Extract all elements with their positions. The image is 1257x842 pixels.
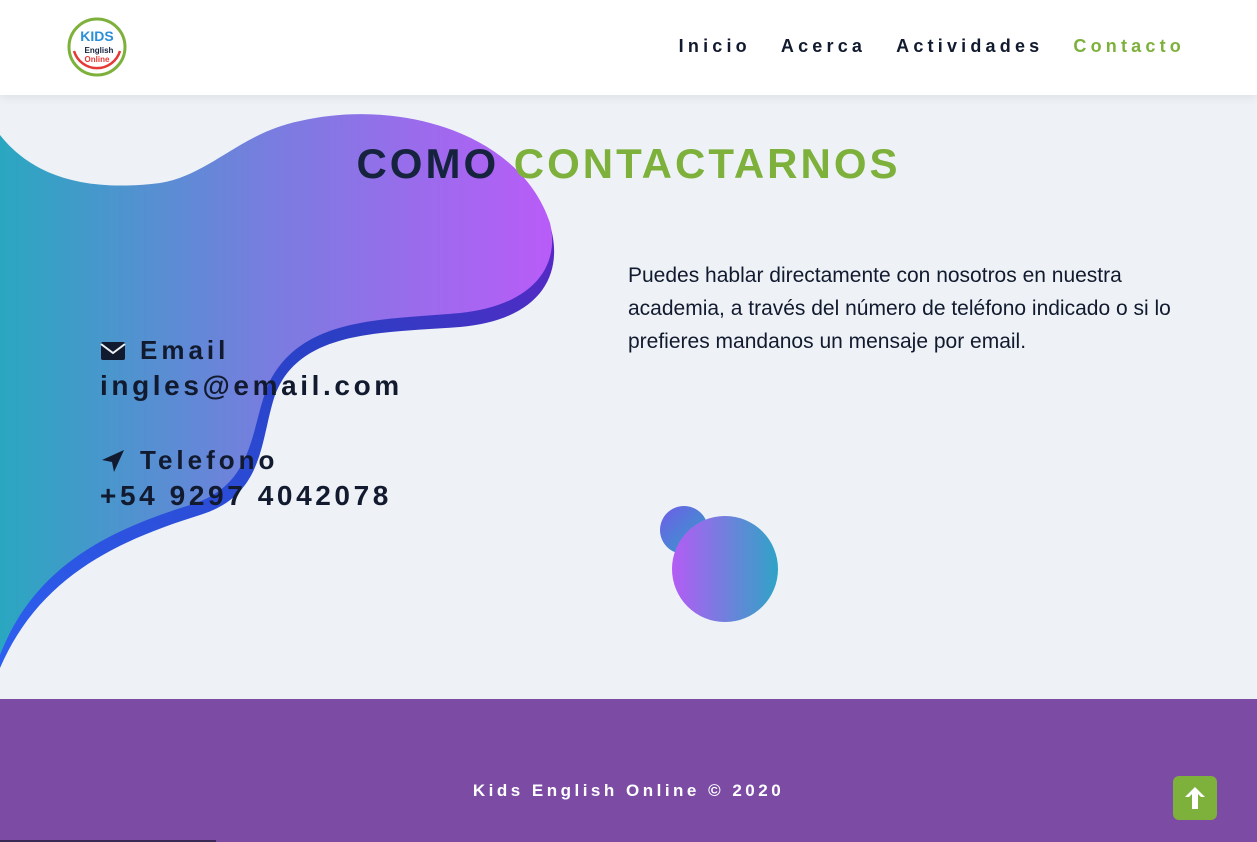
- section-title-part1: COMO: [356, 140, 500, 187]
- nav-link-actividades[interactable]: Actividades: [896, 36, 1043, 57]
- svg-text:KIDS: KIDS: [80, 28, 113, 44]
- scroll-to-top-button[interactable]: [1173, 776, 1217, 820]
- nav-link-contacto[interactable]: Contacto: [1073, 36, 1185, 57]
- email-label-row: Email: [100, 335, 403, 366]
- contact-section: COMO CONTACTARNOS Email ingles@email.com…: [0, 95, 1257, 699]
- phone-label: Telefono: [140, 445, 279, 475]
- main-nav: Inicio Acerca Actividades Contacto: [649, 36, 1185, 57]
- svg-text:English: English: [85, 46, 114, 55]
- site-header: KIDS English Online Inicio Acerca Activi…: [0, 0, 1257, 95]
- section-title: COMO CONTACTARNOS: [0, 140, 1257, 188]
- envelope-icon: [100, 341, 126, 360]
- nav-link-inicio[interactable]: Inicio: [679, 36, 751, 57]
- email-contact: Email ingles@email.com: [100, 335, 403, 402]
- phone-contact: Telefono +54 9297 4042078: [100, 445, 392, 512]
- footer-copyright: Kids English Online © 2020: [472, 781, 785, 800]
- kids-english-logo-icon: KIDS English Online: [67, 17, 127, 77]
- site-footer: Kids English Online © 2020: [0, 699, 1257, 842]
- nav-link-acerca[interactable]: Acerca: [781, 36, 866, 57]
- phone-value[interactable]: +54 9297 4042078: [100, 480, 392, 512]
- section-title-part2: CONTACTARNOS: [513, 140, 901, 187]
- decorative-circle-large: [672, 516, 778, 622]
- svg-text:Online: Online: [85, 55, 110, 64]
- email-value[interactable]: ingles@email.com: [100, 370, 403, 402]
- email-label: Email: [140, 335, 230, 365]
- phone-label-row: Telefono: [100, 445, 392, 476]
- contact-description: Puedes hablar directamente con nosotros …: [628, 264, 1171, 353]
- arrow-up-icon: [1185, 787, 1205, 809]
- site-logo[interactable]: KIDS English Online: [66, 17, 128, 77]
- location-arrow-icon: [102, 449, 124, 472]
